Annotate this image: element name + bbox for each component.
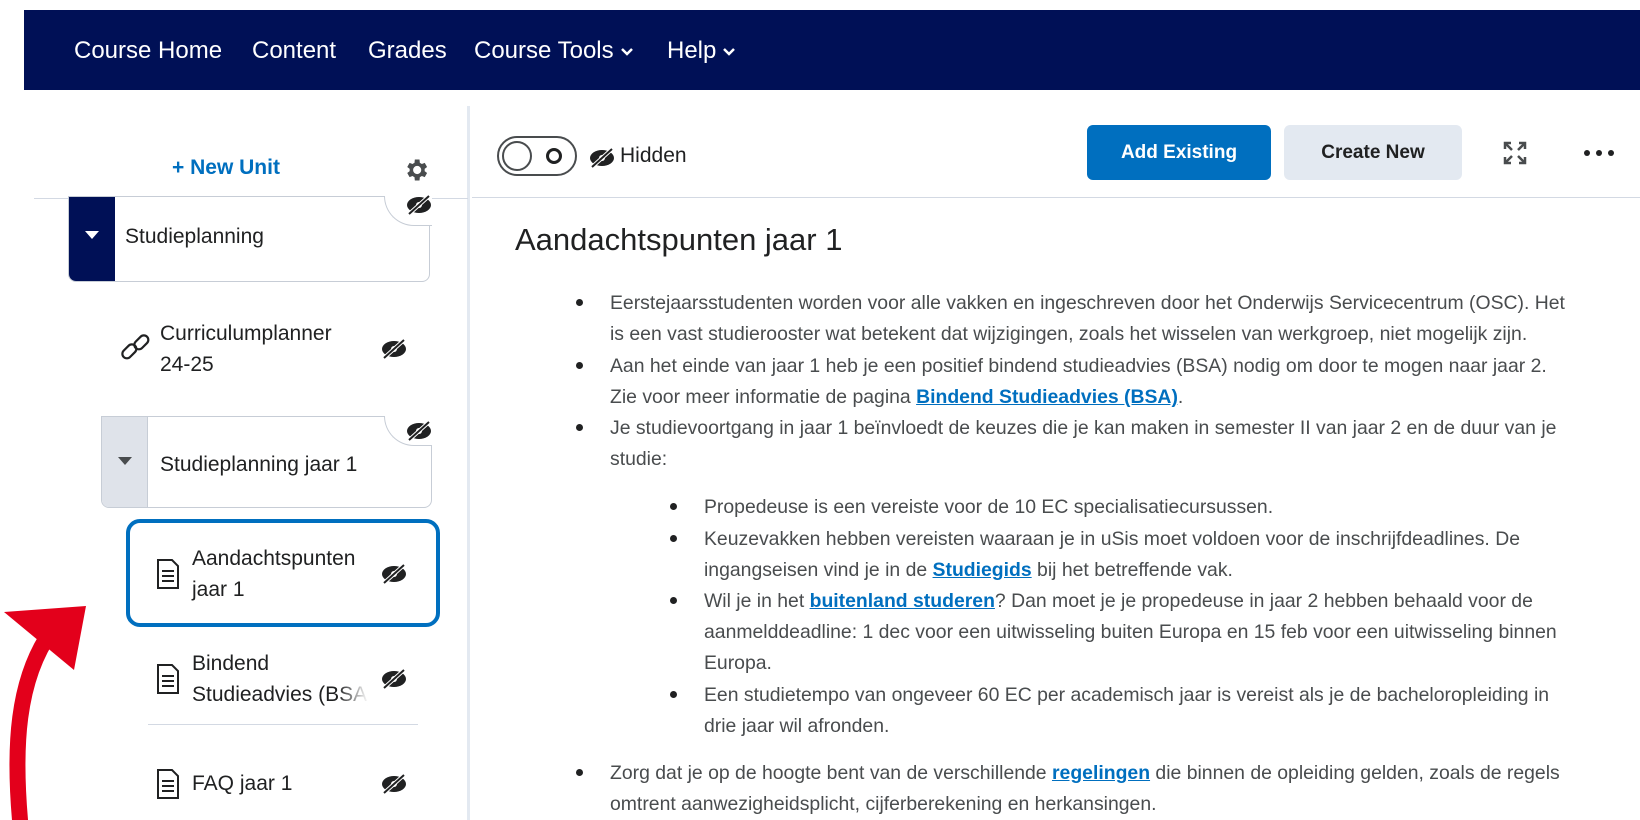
bullet (576, 299, 583, 306)
chevron-down-icon (723, 47, 736, 56)
top-navbar: Course Home Content Grades Course Tools … (24, 10, 1640, 90)
paragraph-line: drie jaar wil afronden. (704, 715, 890, 737)
unit-title: Studieplanning (125, 225, 264, 248)
caret-down-icon (118, 457, 132, 465)
unit-collapse-strip[interactable] (69, 197, 115, 281)
paragraph-line: aanmelddeadline: 1 dec voor een uitwisse… (704, 621, 1557, 643)
paragraph-line: omtrent aanwezigheidsplicht, cijferberek… (610, 793, 1157, 815)
toggle-off-indicator (546, 148, 562, 164)
nav-course-tools-label: Course Tools (474, 37, 614, 64)
sidebar-item-label: 24-25 (160, 353, 214, 376)
bullet (576, 424, 583, 431)
sub-bullet (670, 597, 677, 604)
paragraph-line: Propedeuse is een vereiste voor de 10 EC… (704, 496, 1274, 518)
caret-down-icon (85, 231, 99, 239)
bullet (576, 769, 583, 776)
paragraph-line: Keuzevakken hebben vereisten waaraan je … (704, 528, 1520, 550)
sidebar-item-curriculumplanner[interactable]: Curriculumplanner 24-25 (160, 318, 332, 380)
red-arrow-annotation (4, 606, 86, 820)
nav-help[interactable]: Help (667, 34, 736, 68)
hidden-eye-icon[interactable] (380, 563, 408, 585)
more-options-icon[interactable] (1582, 140, 1616, 166)
unit-studieplanning-jaar-1[interactable]: Studieplanning jaar 1 (101, 416, 432, 508)
page-title: Aandachtspunten jaar 1 (515, 222, 843, 257)
text-span: ingangseisen vind je in de (704, 559, 933, 581)
create-new-button[interactable]: Create New (1284, 125, 1462, 180)
paragraph-line: is een vast studierooster wat betekent d… (610, 323, 1528, 345)
fullscreen-icon[interactable] (1503, 141, 1527, 165)
hidden-eye-icon[interactable] (405, 194, 433, 216)
sidebar-item-faq[interactable]: FAQ jaar 1 (192, 768, 292, 799)
unit-collapse-strip[interactable] (102, 417, 148, 507)
document-icon (157, 769, 179, 799)
text-span: Wil je in het (704, 590, 810, 612)
sub-bullet (670, 503, 677, 510)
hidden-eye-icon[interactable] (380, 668, 408, 690)
text-fade (338, 648, 368, 714)
paragraph-line: Zie voor meer informatie de pagina Binde… (610, 382, 1183, 413)
nav-content[interactable]: Content (252, 34, 336, 68)
add-existing-button[interactable]: Add Existing (1087, 125, 1271, 180)
bullet (576, 362, 583, 369)
nav-grades[interactable]: Grades (368, 34, 447, 68)
paragraph-line: Je studievoortgang in jaar 1 beïnvloedt … (610, 417, 1557, 439)
paragraph-line: Wil je in het buitenland studeren? Dan m… (704, 586, 1533, 617)
visibility-label: Hidden (620, 144, 687, 167)
link-regelingen[interactable]: regelingen (1052, 762, 1150, 784)
paragraph-line: Zorg dat je op de hoogte bent van de ver… (610, 758, 1560, 789)
unit-title: Studieplanning jaar 1 (160, 453, 358, 476)
paragraph-line: Eerstejaarsstudenten worden voor alle va… (610, 292, 1565, 314)
gear-icon[interactable] (402, 156, 430, 184)
link-icon (121, 334, 150, 360)
sidebar-item-label: jaar 1 (192, 578, 245, 601)
hidden-eye-icon (590, 147, 614, 169)
hidden-eye-icon[interactable] (380, 338, 408, 360)
document-icon (157, 559, 179, 589)
hidden-eye-icon[interactable] (380, 773, 408, 795)
nav-help-label: Help (667, 37, 717, 64)
document-icon (157, 664, 179, 694)
paragraph-line: Europa. (704, 652, 772, 674)
sidebar-item-separator (148, 724, 418, 725)
link-bindend-studieadvies[interactable]: Bindend Studieadvies (BSA) (916, 386, 1178, 408)
link-studiegids[interactable]: Studiegids (933, 559, 1032, 581)
visibility-toggle[interactable] (497, 136, 577, 176)
text-span: . (1177, 386, 1184, 408)
toggle-knob (502, 141, 532, 171)
text-span: ? Dan moet je je propedeuse in jaar 2 he… (994, 590, 1533, 612)
paragraph-line: Een studietempo van ongeveer 60 EC per a… (704, 684, 1550, 706)
paragraph-line: Aan het einde van jaar 1 heb je een posi… (610, 355, 1547, 377)
nav-course-tools[interactable]: Course Tools (474, 34, 634, 68)
text-span: die binnen de opleiding gelden, zoals de… (1150, 762, 1560, 784)
chevron-down-icon (620, 47, 633, 56)
text-span: bij het betreffende vak. (1031, 559, 1233, 581)
toolbar-separator (472, 197, 1640, 198)
text-span: Zorg dat je op de hoogte bent van de ver… (610, 762, 1052, 784)
text-span: Zie voor meer informatie de pagina (610, 386, 917, 408)
sub-bullet (670, 535, 677, 542)
sidebar-item-aandachtspunten[interactable]: Aandachtspunten jaar 1 (192, 543, 355, 605)
paragraph-line: ingangseisen vind je in de Studiegids bi… (704, 555, 1233, 586)
new-unit-button[interactable]: + New Unit (172, 156, 280, 180)
paragraph-line: studie: (610, 448, 668, 470)
sidebar-divider (467, 106, 470, 820)
link-buitenland-studeren[interactable]: buitenland studeren (810, 590, 995, 612)
nav-course-home[interactable]: Course Home (74, 34, 222, 68)
unit-studieplanning[interactable]: Studieplanning (68, 196, 430, 282)
sidebar-item-label: Aandachtspunten (192, 547, 356, 570)
hidden-eye-icon[interactable] (405, 420, 433, 442)
sub-bullet (670, 691, 677, 698)
sidebar-item-label: Curriculumplanner (160, 322, 332, 345)
